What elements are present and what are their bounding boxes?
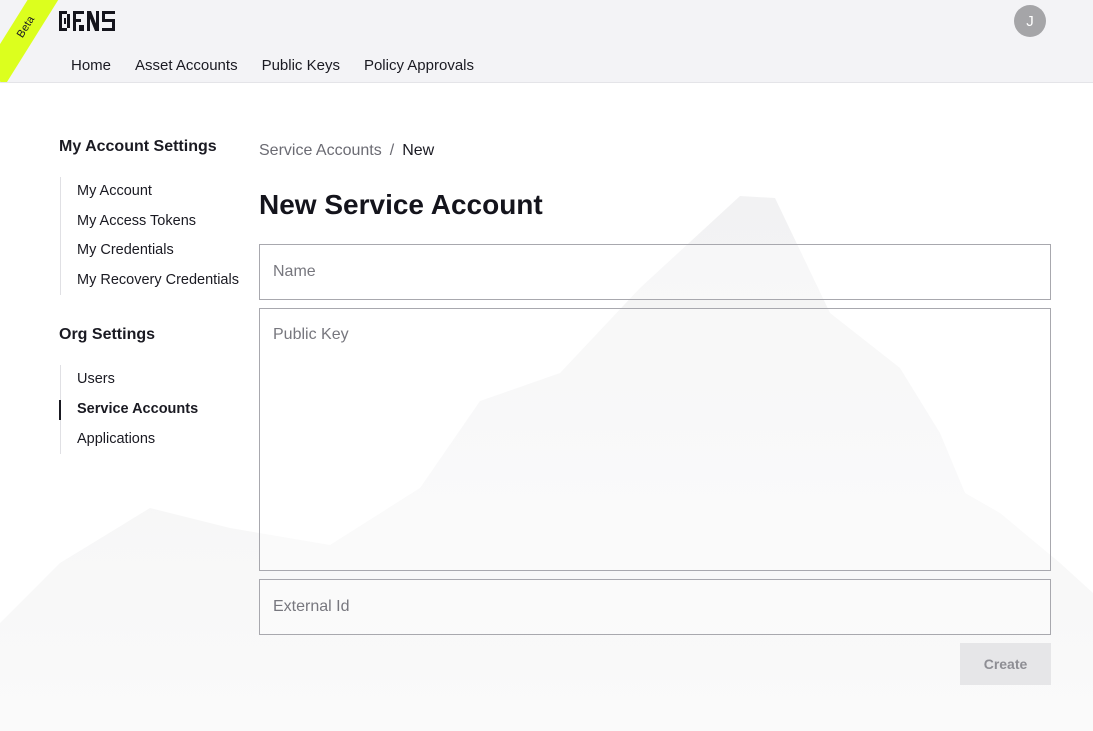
avatar-initial: J — [1026, 12, 1034, 30]
sidebar-item-my-credentials[interactable]: My Credentials — [61, 236, 249, 266]
sidebar-item-service-accounts[interactable]: Service Accounts — [59, 395, 249, 425]
sidebar-item-my-recovery-credentials[interactable]: My Recovery Credentials — [61, 266, 249, 296]
nav-policy-approvals[interactable]: Policy Approvals — [364, 57, 474, 75]
breadcrumb-current: New — [402, 142, 435, 159]
nav-home[interactable]: Home — [71, 57, 111, 75]
account-settings-heading: My Account Settings — [59, 138, 217, 155]
main-nav: Home Asset Accounts Public Keys Policy A… — [71, 57, 474, 75]
form-actions: Create — [259, 643, 1051, 685]
main-content: Service Accounts / New New Service Accou… — [259, 140, 1051, 685]
account-settings-list: My Account My Access Tokens My Credentia… — [60, 177, 249, 296]
user-avatar[interactable]: J — [1014, 5, 1046, 37]
nav-asset-accounts[interactable]: Asset Accounts — [135, 57, 238, 75]
sidebar-item-users[interactable]: Users — [61, 365, 249, 395]
breadcrumb-service-accounts[interactable]: Service Accounts — [259, 140, 382, 162]
page-title: New Service Account — [259, 189, 543, 220]
org-settings-list: Users Service Accounts Applications — [59, 365, 249, 455]
new-service-account-form: Create — [259, 244, 1051, 685]
sidebar-item-my-account[interactable]: My Account — [61, 177, 249, 207]
org-settings-heading: Org Settings — [59, 326, 156, 344]
nav-public-keys[interactable]: Public Keys — [262, 57, 340, 75]
dfns-logo[interactable] — [59, 11, 115, 31]
sidebar-item-applications[interactable]: Applications — [61, 425, 249, 455]
external-id-input[interactable] — [259, 579, 1051, 635]
top-header: Beta J Home Asset Accounts Public Keys P… — [0, 0, 1093, 83]
name-input[interactable] — [259, 244, 1051, 300]
sidebar-item-my-access-tokens[interactable]: My Access Tokens — [61, 207, 249, 237]
breadcrumb-separator: / — [389, 142, 395, 159]
create-button[interactable]: Create — [960, 643, 1051, 685]
settings-sidebar: My Account Settings My Account My Access… — [59, 137, 249, 455]
breadcrumb: Service Accounts / New — [259, 140, 1051, 162]
public-key-textarea[interactable] — [259, 308, 1051, 571]
beta-label: Beta — [14, 13, 38, 41]
